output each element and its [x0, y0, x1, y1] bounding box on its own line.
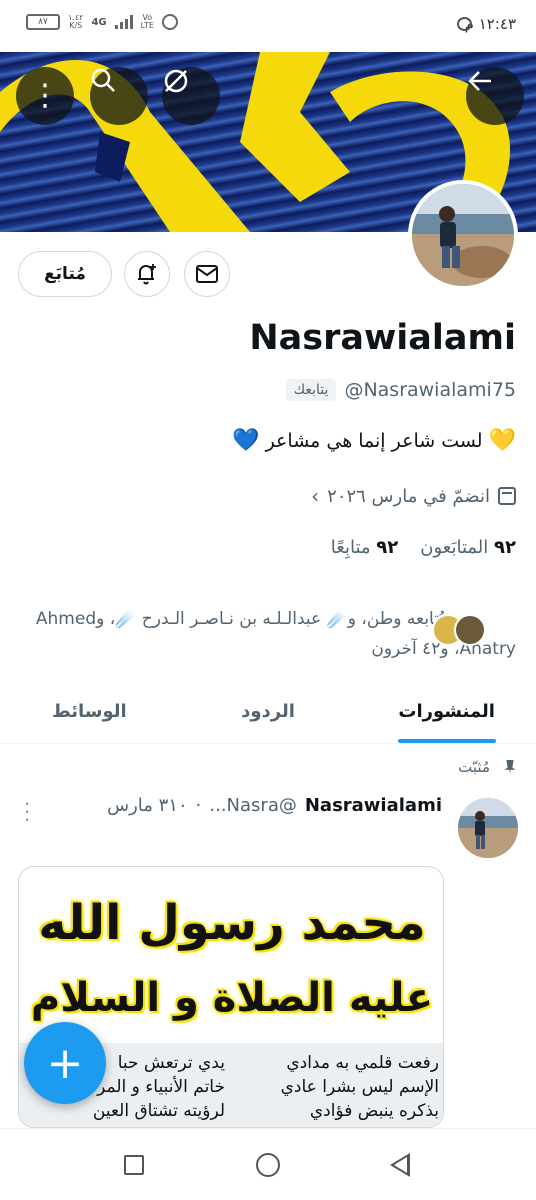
alarm-icon	[161, 14, 178, 30]
following-link[interactable]: ٩٢ متابِعًا	[331, 537, 398, 558]
image-title-2: عليه الصلاة و السلام	[30, 975, 434, 1021]
message-notification-icon	[457, 17, 472, 31]
speed-unit: K/S	[69, 21, 83, 30]
volte-bottom: LTE	[140, 21, 154, 30]
profile-avatar[interactable]	[408, 180, 518, 290]
network-type: 4G	[91, 16, 107, 28]
profile-display-name: Nasrawialami	[249, 318, 516, 358]
status-bar: ١٢:٤٣ م ٨٧ ١.٤٢ K/S 4G Vo LTE	[0, 0, 536, 52]
calendar-icon	[498, 487, 516, 505]
poem-right-column: رفعت قلمي به مدادي الإسم ليس بشرا عادي ب…	[239, 1051, 439, 1127]
following-count: ٩٢	[376, 537, 399, 558]
system-nav-bar	[0, 1128, 536, 1200]
following-label: متابِعًا	[330, 537, 371, 558]
battery-icon: ٨٧	[26, 14, 60, 30]
joined-date-row[interactable]: انضمّ في مارس ٢٠٢٦ ›	[311, 484, 516, 508]
following-button[interactable]: مُتابَع	[18, 251, 112, 297]
home-icon[interactable]	[256, 1153, 280, 1177]
volte-icon: Vo LTE	[141, 14, 154, 30]
image-title-1: محمد رسول الله	[38, 895, 426, 951]
arrow-left-icon	[468, 71, 491, 91]
follows-you-badge: يتابعك	[285, 379, 337, 401]
poem-line: بذكره ينبض فؤادي	[309, 1101, 439, 1121]
avatar-photo	[412, 184, 514, 286]
more-options-button[interactable]: ⋮	[16, 67, 74, 125]
profile-bio: 💛 لست شاعر إنما هي مشاعر 💙	[232, 428, 516, 453]
post-date: ٣١٠ مارس	[107, 795, 188, 816]
back-triangle-icon[interactable]	[390, 1153, 410, 1177]
signal-icon	[114, 15, 133, 29]
hide-button[interactable]	[162, 67, 220, 125]
bio-text: لست شاعر إنما هي مشاعر	[265, 429, 483, 452]
poem-line: رفعت قلمي به مدادي	[286, 1053, 439, 1073]
joined-date: انضمّ في مارس ٢٠٢٦	[327, 485, 490, 507]
clock: ١٢:٤٣ م	[464, 15, 516, 33]
post-author-handle: @Nasra...	[209, 795, 297, 816]
mini-avatar	[454, 614, 486, 646]
handle-row: @Nasrawialami75 يتابعك	[285, 379, 516, 401]
compose-button[interactable]: +	[24, 1022, 106, 1104]
circle-slash-icon	[164, 69, 188, 93]
notifications-button[interactable]	[124, 251, 170, 297]
followers-link[interactable]: ٩٢ المتابَعون	[420, 537, 516, 558]
post-date-separator: ·	[195, 795, 202, 816]
blue-heart-icon: 💙	[232, 428, 260, 453]
followed-by-avatars	[432, 614, 486, 646]
back-button[interactable]	[466, 67, 524, 125]
post-author-avatar[interactable]	[458, 798, 518, 858]
chevron-icon: ›	[311, 484, 320, 508]
search-button[interactable]	[90, 67, 148, 125]
followers-count: ٩٢	[494, 537, 516, 558]
follow-stats: ٩٢ المتابَعون ٩٢ متابِعًا	[331, 537, 516, 558]
poem-line: الإسم ليس بشرا عادي	[280, 1077, 439, 1097]
followers-label: المتابَعون	[420, 537, 489, 558]
post-avatar-photo	[458, 798, 518, 858]
profile-handle: @Nasrawialami75	[344, 379, 516, 401]
profile-tabs: المنشورات الردود الوسائط	[0, 680, 536, 744]
pin-icon	[504, 760, 516, 774]
pinned-label: مُثبّت	[458, 758, 490, 776]
bell-plus-icon	[138, 264, 156, 285]
tab-replies[interactable]: الردود	[179, 680, 358, 743]
status-icons: ٨٧ ١.٤٢ K/S 4G Vo LTE	[26, 14, 178, 30]
network-speed: ١.٤٢ K/S	[68, 14, 83, 30]
recents-icon[interactable]	[124, 1155, 144, 1175]
post-more-icon[interactable]: · · ·	[24, 794, 30, 830]
yellow-heart-icon: 💛	[488, 428, 516, 453]
post-author-name[interactable]: Nasrawialami	[305, 795, 442, 816]
tab-media[interactable]: الوسائط	[0, 680, 179, 743]
search-icon	[91, 68, 115, 92]
vertical-dots-icon: ⋮	[30, 78, 60, 113]
envelope-icon	[196, 265, 218, 283]
message-button[interactable]	[184, 251, 230, 297]
post-header: Nasrawialami @Nasra... · ٣١٠ مارس	[107, 795, 442, 816]
pinned-label-row: مُثبّت	[458, 758, 516, 776]
tab-posts[interactable]: المنشورات	[357, 680, 536, 743]
